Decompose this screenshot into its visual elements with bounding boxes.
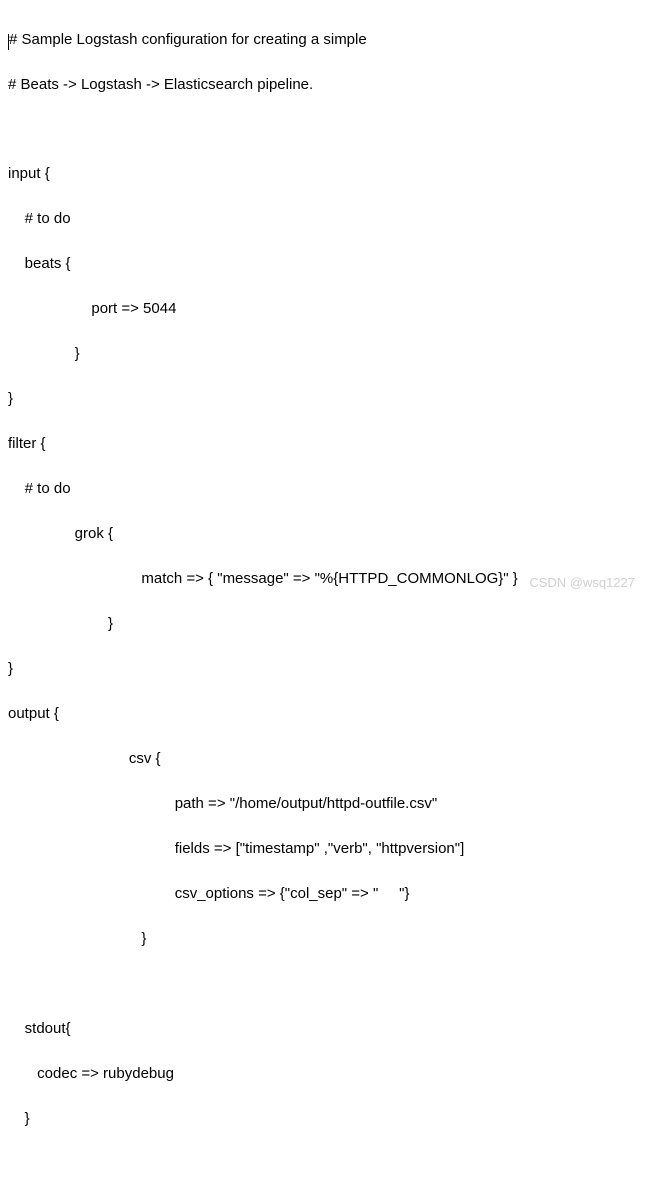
code-line: # Sample Logstash configuration for crea… <box>8 29 645 52</box>
code-line <box>8 119 645 141</box>
code-block: # Sample Logstash configuration for crea… <box>8 6 645 1200</box>
text-cursor <box>8 34 9 50</box>
code-line: beats { <box>8 253 645 276</box>
code-text: } <box>8 615 113 632</box>
code-text: # to do <box>8 480 71 497</box>
code-text: output { <box>8 705 59 722</box>
code-line: fields => ["timestamp" ,"verb", "httpver… <box>8 838 645 861</box>
code-text: codec => rubydebug <box>8 1065 174 1082</box>
code-line: } <box>8 613 645 636</box>
code-line: csv { <box>8 748 645 771</box>
code-line: } <box>8 1197 645 1200</box>
code-text: port => 5044 <box>8 300 176 317</box>
code-text: # to do <box>8 210 71 227</box>
code-line <box>8 973 645 995</box>
code-text: input { <box>8 165 50 182</box>
watermark-text: CSDN @wsq1227 <box>529 573 635 593</box>
code-line: grok { <box>8 523 645 546</box>
code-line: csv_options => {"col_sep" => " "} <box>8 883 645 906</box>
code-line: # to do <box>8 478 645 501</box>
code-line: # Beats -> Logstash -> Elasticsearch pip… <box>8 74 645 97</box>
code-text: filter { <box>8 435 46 452</box>
code-line: path => "/home/output/httpd-outfile.csv" <box>8 793 645 816</box>
code-text: } <box>8 660 13 677</box>
code-line: } <box>8 1108 645 1131</box>
code-line: stdout{ <box>8 1018 645 1041</box>
code-line: input { <box>8 163 645 186</box>
code-text: grok { <box>8 525 113 542</box>
code-text: beats { <box>8 255 71 272</box>
code-line: output { <box>8 703 645 726</box>
code-line: filter { <box>8 433 645 456</box>
code-text: csv { <box>8 750 161 767</box>
code-text: # Sample Logstash configuration for crea… <box>9 31 367 48</box>
code-text: } <box>8 390 13 407</box>
code-text: path => "/home/output/httpd-outfile.csv" <box>8 795 437 812</box>
code-text: match => { "message" => "%{HTTPD_COMMONL… <box>8 570 518 587</box>
code-text: } <box>8 1110 30 1127</box>
code-line: } <box>8 658 645 681</box>
code-line: # to do <box>8 208 645 231</box>
code-text: } <box>8 930 146 947</box>
code-text: fields => ["timestamp" ,"verb", "httpver… <box>8 840 464 857</box>
code-text: } <box>8 345 80 362</box>
code-line: } <box>8 928 645 951</box>
code-line <box>8 1153 645 1175</box>
code-line: codec => rubydebug <box>8 1063 645 1086</box>
code-line: } <box>8 388 645 411</box>
code-text: csv_options => {"col_sep" => " "} <box>8 885 409 902</box>
code-text: stdout{ <box>8 1020 71 1037</box>
code-line: port => 5044 <box>8 298 645 321</box>
code-text: } <box>8 1199 13 1200</box>
code-line: } <box>8 343 645 366</box>
code-text: # Beats -> Logstash -> Elasticsearch pip… <box>8 76 313 93</box>
